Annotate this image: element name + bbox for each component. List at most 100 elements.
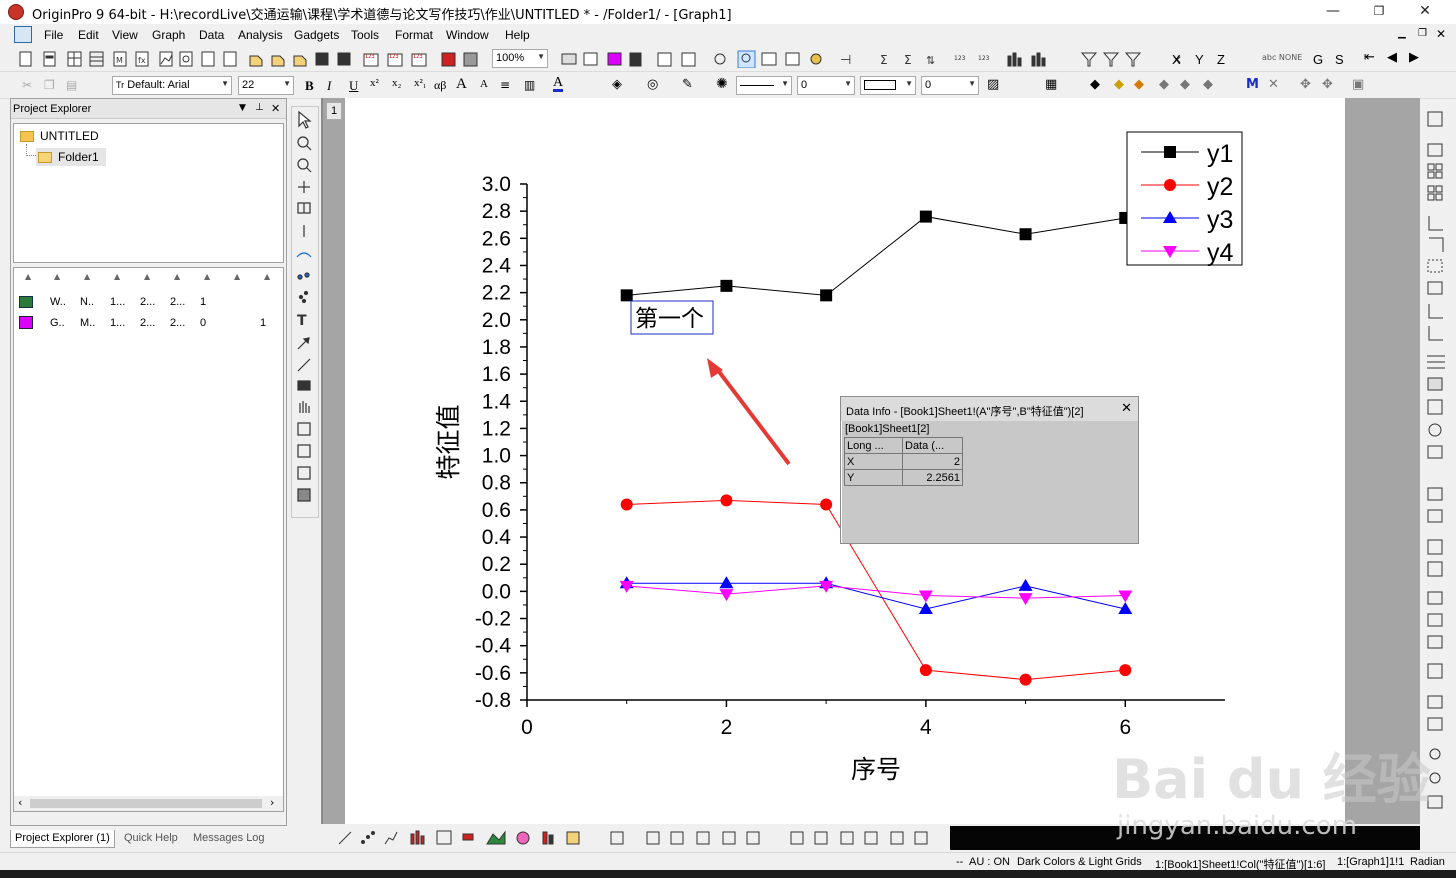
data-point-y2[interactable]: [720, 494, 733, 507]
sort-up-icon[interactable]: ▲: [204, 272, 210, 281]
mdi-restore-icon[interactable]: ❐: [1418, 28, 1427, 39]
data-point-y1[interactable]: [820, 289, 833, 302]
align-objects-icon[interactable]: ✥: [1322, 77, 1333, 92]
sort-up-icon[interactable]: ▲: [174, 272, 180, 281]
standard-toolbar-icons[interactable]: M fx 123 123 123: [18, 50, 488, 68]
next-layer-icon[interactable]: ▶: [1409, 50, 1419, 65]
highlight-icon[interactable]: ◆: [1114, 77, 1124, 92]
status-angle-unit[interactable]: Radian: [1410, 856, 1445, 868]
data-point-y4[interactable]: [1018, 593, 1033, 606]
first-layer-icon[interactable]: ⇤: [1364, 50, 1375, 65]
list-cell[interactable]: 1...: [110, 296, 125, 308]
border-combo[interactable]: ▼: [860, 76, 916, 95]
close-icon[interactable]: ✕: [271, 102, 280, 115]
mdi-close-icon[interactable]: ✕: [1436, 27, 1446, 41]
restore-button[interactable]: ❐: [1356, 0, 1402, 24]
supsub-icon[interactable]: x²₁: [414, 77, 427, 89]
data-point-y4[interactable]: [918, 590, 933, 603]
menu-window[interactable]: Window: [446, 28, 489, 42]
data-info-header[interactable]: Data Info - [Book1]Sheet1!(A"序号",B"特征值")…: [841, 397, 1138, 421]
menu-help[interactable]: Help: [505, 28, 530, 42]
list-cell[interactable]: 1...: [110, 317, 125, 329]
lock-icon[interactable]: ▣: [1352, 77, 1364, 92]
distribute-icon[interactable]: ✥: [1300, 77, 1311, 92]
data-point-y3[interactable]: [719, 576, 734, 589]
data-point-y1[interactable]: [720, 279, 733, 292]
y-button[interactable]: Y: [1195, 52, 1204, 67]
scroll-left-icon[interactable]: ‹: [18, 796, 22, 809]
data-point-y1[interactable]: [919, 210, 932, 223]
menu-gadgets[interactable]: Gadgets: [294, 28, 339, 42]
list-cell[interactable]: 1: [200, 296, 206, 308]
data-point-y1[interactable]: [620, 289, 633, 302]
list-cell[interactable]: 2...: [170, 317, 185, 329]
close-button[interactable]: ✕: [1402, 0, 1448, 24]
cut-icon[interactable]: ✂: [22, 78, 32, 92]
sort-up-icon[interactable]: ▲: [84, 272, 90, 281]
pin-icon[interactable]: ⊥: [255, 102, 264, 113]
draw-icon[interactable]: ◆: [1134, 77, 1144, 92]
fill-bucket-icon[interactable]: ◈: [612, 77, 622, 92]
status-theme[interactable]: Dark Colors & Light Grids: [1017, 856, 1142, 868]
menu-graph[interactable]: Graph: [152, 28, 185, 42]
scroll-right-icon[interactable]: ›: [270, 796, 274, 809]
data-point-y2[interactable]: [1119, 664, 1132, 677]
split-icon[interactable]: ✕: [1268, 77, 1279, 92]
pattern-icon[interactable]: ◎: [647, 77, 658, 92]
list-cell[interactable]: 1: [260, 317, 266, 329]
data-point-y2[interactable]: [820, 498, 833, 511]
sun-icon[interactable]: ✺: [716, 76, 728, 92]
menu-edit[interactable]: Edit: [78, 28, 99, 42]
list-cell[interactable]: W..: [50, 296, 66, 308]
data-info-close-icon[interactable]: ✕: [1121, 401, 1132, 416]
list-cell[interactable]: 2...: [170, 296, 185, 308]
series-line-y1[interactable]: [626, 216, 1126, 296]
ungroup-icon[interactable]: ◆: [1180, 77, 1190, 92]
align-icon[interactable]: ≡: [500, 78, 510, 92]
tree-root[interactable]: UNTITLED: [40, 129, 99, 143]
abc-icon[interactable]: abc NONE: [1262, 53, 1302, 62]
data-point-y3[interactable]: [1018, 578, 1033, 591]
sort-up-icon[interactable]: ▲: [234, 272, 240, 281]
superscript-icon[interactable]: x²: [370, 77, 379, 89]
hatch-icon[interactable]: ▨: [987, 77, 999, 92]
list-cell[interactable]: 2...: [140, 296, 155, 308]
front-icon[interactable]: ◆: [1203, 77, 1213, 92]
line-width-combo[interactable]: 0 ▼: [797, 76, 855, 95]
text-format-icon[interactable]: ▥: [524, 78, 535, 92]
fill-value-combo[interactable]: 0 ▼: [921, 76, 979, 95]
tab-quick-help[interactable]: Quick Help: [120, 830, 182, 848]
menu-format[interactable]: Format: [395, 28, 433, 42]
legend[interactable]: y1 y2 y3 y4: [1126, 131, 1243, 267]
copy-icon[interactable]: ❐: [44, 78, 55, 92]
prev-layer-icon[interactable]: ◀: [1387, 50, 1397, 65]
subscript-icon[interactable]: x₂: [392, 77, 401, 89]
decrease-font-icon[interactable]: A: [480, 78, 488, 90]
font-combo[interactable]: Tr Default: Arial ▼: [112, 76, 232, 95]
merge-icon[interactable]: M: [1246, 77, 1259, 92]
data-point-y4[interactable]: [1118, 590, 1133, 603]
group-icon[interactable]: ◆: [1159, 77, 1169, 92]
tree-folder-selected[interactable]: Folder1: [36, 148, 106, 166]
grid-icon[interactable]: ▦: [1045, 77, 1057, 92]
menu-view[interactable]: View: [112, 28, 138, 42]
x-button[interactable]: X: [1172, 52, 1181, 67]
bold-button[interactable]: B: [305, 78, 314, 94]
increase-font-icon[interactable]: A: [456, 76, 467, 93]
tools-icons[interactable]: T: [292, 107, 320, 519]
list-cell[interactable]: M..: [80, 317, 95, 329]
tab-project-explorer[interactable]: Project Explorer (1): [10, 830, 115, 848]
annotation-text[interactable]: 第一个: [635, 306, 704, 332]
data-info-window[interactable]: Data Info - [Book1]Sheet1!(A"序号",B"特征值")…: [840, 396, 1139, 544]
status-autoupdate[interactable]: AU : ON: [969, 856, 1010, 868]
font-color-icon[interactable]: A: [553, 76, 564, 92]
legend-marker-y2[interactable]: [1164, 179, 1176, 191]
graph-window-icon[interactable]: [14, 26, 32, 43]
list-cell[interactable]: 2...: [140, 317, 155, 329]
data-point-y2[interactable]: [1019, 673, 1032, 686]
sort-up-icon[interactable]: ▲: [144, 272, 150, 281]
chevron-down-icon[interactable]: ▼: [239, 103, 246, 113]
list-cell[interactable]: 0: [200, 317, 206, 329]
underline-button[interactable]: U: [349, 78, 358, 94]
zoom-combo[interactable]: 100% ▼: [492, 49, 548, 68]
